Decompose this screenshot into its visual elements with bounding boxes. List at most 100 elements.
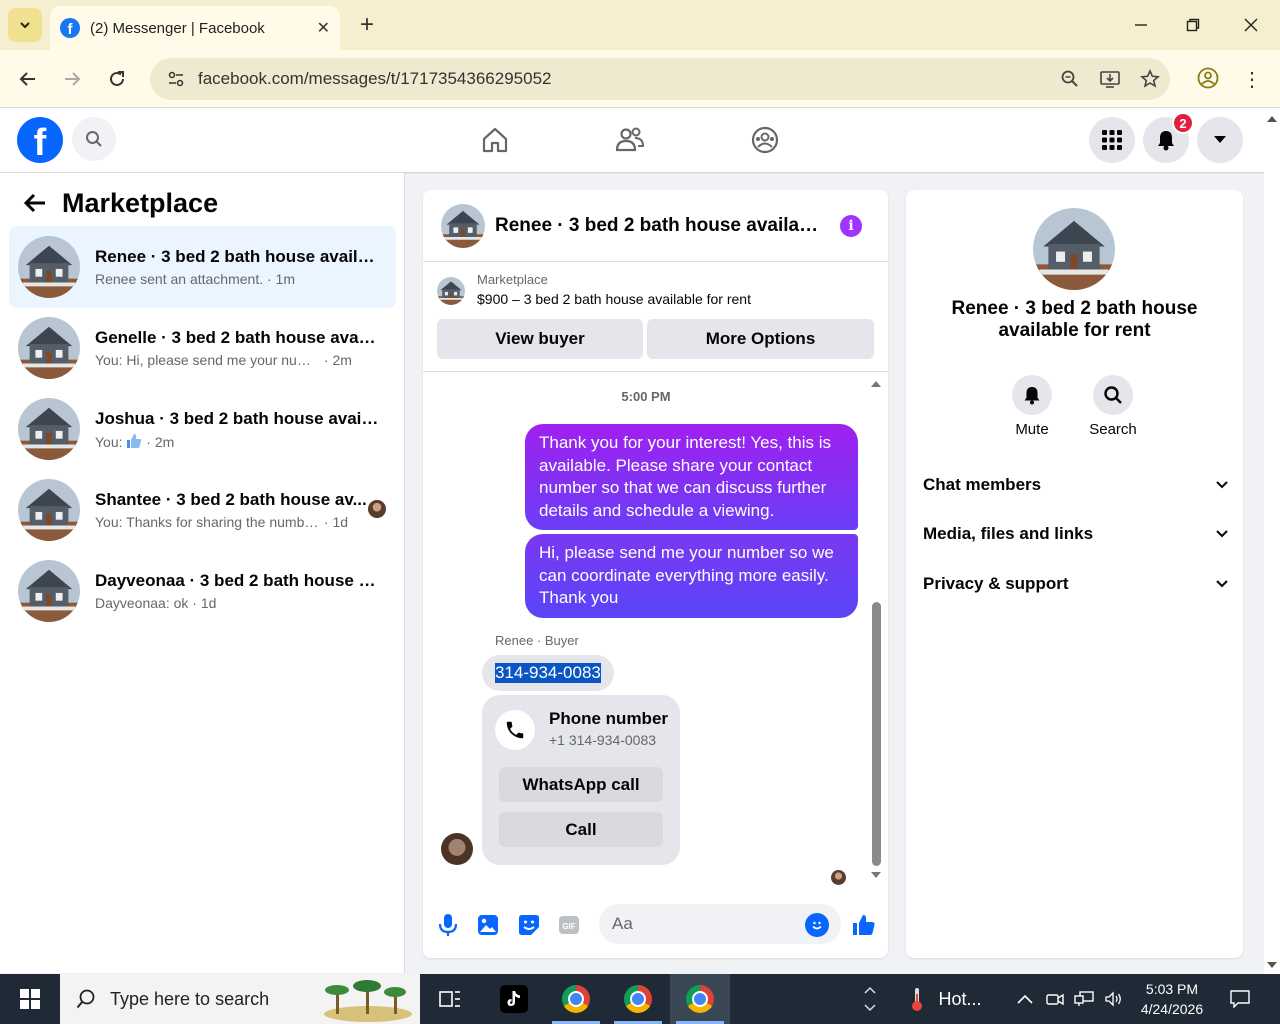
facebook-logo-icon[interactable]: f bbox=[17, 117, 63, 163]
chrome-app-2[interactable] bbox=[608, 974, 668, 1024]
sticker-icon[interactable] bbox=[516, 912, 542, 938]
forward-button[interactable] bbox=[57, 64, 87, 94]
bookmark-star-icon[interactable] bbox=[1130, 58, 1170, 100]
profile-icon[interactable] bbox=[1194, 64, 1222, 92]
friends-icon bbox=[615, 127, 645, 152]
new-tab-button[interactable]: + bbox=[352, 10, 382, 40]
thumbs-up-send-icon[interactable] bbox=[851, 912, 877, 938]
taskbar-search[interactable]: Type here to search bbox=[60, 974, 420, 1024]
facebook-search-button[interactable] bbox=[72, 117, 116, 161]
section-label: Chat members bbox=[923, 475, 1042, 494]
info-icon[interactable]: i bbox=[840, 215, 862, 237]
conversation-item[interactable]: Dayveonaa · 3 bed 2 bath house a... Dayv… bbox=[9, 550, 396, 632]
conversation-snippet: Renee sent an attachment. bbox=[95, 271, 264, 287]
taskbar-scroll[interactable] bbox=[856, 974, 884, 1024]
chat-scrollbar[interactable] bbox=[869, 378, 883, 883]
search-highlight-art bbox=[324, 980, 412, 1022]
tray-overflow[interactable] bbox=[1012, 974, 1038, 1024]
back-arrow-button[interactable] bbox=[20, 188, 50, 218]
site-info-icon[interactable] bbox=[164, 67, 188, 91]
media-files-links-section[interactable]: Media, files and links bbox=[923, 514, 1228, 554]
scroll-up-arrow-icon[interactable] bbox=[1264, 112, 1280, 126]
close-window-button[interactable] bbox=[1236, 12, 1266, 38]
scroll-up-arrow-icon[interactable] bbox=[869, 378, 883, 390]
arrow-left-icon bbox=[23, 193, 45, 213]
phone-icon bbox=[495, 710, 535, 750]
tiktok-app[interactable] bbox=[484, 974, 544, 1024]
browser-tab[interactable]: f (2) Messenger | Facebook ✕ bbox=[50, 6, 340, 50]
network-icon[interactable] bbox=[1070, 974, 1098, 1024]
privacy-support-section[interactable]: Privacy & support bbox=[923, 564, 1228, 604]
chevron-up-icon bbox=[864, 986, 876, 994]
reload-button[interactable] bbox=[102, 64, 132, 94]
photo-icon[interactable] bbox=[475, 912, 501, 938]
phone-number-text[interactable]: 314-934-0083 bbox=[495, 663, 601, 683]
restore-button[interactable] bbox=[1178, 12, 1208, 38]
house-avatar bbox=[18, 317, 80, 379]
notification-center-icon[interactable] bbox=[1226, 974, 1254, 1024]
weather-widget[interactable]: Hot... bbox=[896, 974, 996, 1024]
sender-label: Renee · Buyer bbox=[495, 633, 579, 648]
conversation-time: · 1d bbox=[188, 595, 217, 611]
task-view-button[interactable] bbox=[420, 974, 480, 1024]
menu-grid-button[interactable] bbox=[1089, 117, 1135, 163]
conversation-time: · 1d bbox=[320, 514, 349, 530]
meet-now-icon[interactable] bbox=[1042, 974, 1068, 1024]
emoji-icon[interactable] bbox=[805, 913, 829, 937]
friends-nav[interactable] bbox=[600, 122, 660, 158]
chevron-down-icon bbox=[1216, 580, 1228, 588]
call-button[interactable]: Call bbox=[499, 812, 663, 847]
install-app-icon[interactable] bbox=[1090, 58, 1130, 100]
bell-icon bbox=[1158, 131, 1174, 151]
start-button[interactable] bbox=[0, 974, 60, 1024]
account-menu-button[interactable] bbox=[1197, 117, 1243, 163]
home-icon bbox=[482, 127, 508, 153]
chevron-down-icon bbox=[864, 1004, 876, 1012]
grid-icon bbox=[1102, 130, 1122, 150]
outgoing-message[interactable]: Hi, please send me your number so we can… bbox=[525, 534, 858, 618]
marketplace-label: Marketplace bbox=[477, 272, 548, 287]
chat-title[interactable]: Renee · 3 bed 2 bath house availabl... bbox=[495, 215, 825, 237]
chrome-app-3[interactable] bbox=[670, 974, 730, 1024]
address-bar[interactable]: facebook.com/messages/t/1717354366295052 bbox=[150, 58, 1170, 100]
conversation-info-panel: Renee · 3 bed 2 bath house available for… bbox=[906, 190, 1243, 958]
house-avatar[interactable] bbox=[441, 203, 485, 248]
minimize-button[interactable] bbox=[1126, 12, 1156, 38]
page-scrollbar[interactable] bbox=[1264, 108, 1280, 974]
seen-avatar bbox=[368, 500, 386, 518]
outgoing-message[interactable]: Thank you for your interest! Yes, this i… bbox=[525, 424, 858, 530]
more-options-button[interactable]: More Options bbox=[647, 319, 874, 359]
gif-icon[interactable]: GIF bbox=[556, 912, 582, 938]
search-icon bbox=[76, 989, 95, 1009]
buyer-avatar[interactable] bbox=[441, 833, 473, 865]
home-nav[interactable] bbox=[465, 122, 525, 158]
house-avatar bbox=[18, 479, 80, 541]
message-input-placeholder: Aa bbox=[612, 914, 633, 933]
groups-nav[interactable] bbox=[735, 122, 795, 158]
marketplace-listing[interactable]: Marketplace $900 – 3 bed 2 bath house av… bbox=[437, 272, 877, 312]
scroll-down-arrow-icon[interactable] bbox=[869, 871, 883, 883]
message-input[interactable]: Aa bbox=[599, 904, 841, 944]
incoming-message[interactable]: 314-934-0083 bbox=[482, 655, 614, 691]
whatsapp-call-button[interactable]: WhatsApp call bbox=[499, 767, 663, 802]
system-clock[interactable]: 5:03 PM 4/24/2026 bbox=[1122, 979, 1222, 1019]
tab-close-icon[interactable]: ✕ bbox=[317, 18, 330, 38]
microphone-icon[interactable] bbox=[435, 912, 461, 938]
scroll-thumb[interactable] bbox=[872, 602, 881, 866]
zoom-icon[interactable] bbox=[1050, 58, 1090, 100]
scroll-down-arrow-icon[interactable] bbox=[1264, 958, 1280, 972]
conversation-item[interactable]: Joshua · 3 bed 2 bath house availa... Yo… bbox=[9, 388, 396, 470]
url-text[interactable]: facebook.com/messages/t/1717354366295052 bbox=[198, 69, 1050, 89]
conversation-item[interactable]: Renee · 3 bed 2 bath house availa... Ren… bbox=[9, 226, 396, 308]
chrome-app-1[interactable] bbox=[546, 974, 606, 1024]
mute-button[interactable]: Mute bbox=[997, 375, 1067, 438]
back-button[interactable] bbox=[13, 64, 43, 94]
browser-menu-icon[interactable]: ⋮ bbox=[1240, 64, 1264, 94]
conversation-item[interactable]: Genelle · 3 bed 2 bath house avail... Yo… bbox=[9, 307, 396, 389]
conversation-item[interactable]: Shantee · 3 bed 2 bath house av... You: … bbox=[9, 469, 396, 551]
search-conversation-button[interactable]: Search bbox=[1078, 375, 1148, 438]
tab-search-dropdown[interactable] bbox=[8, 8, 42, 42]
chat-members-section[interactable]: Chat members bbox=[923, 465, 1228, 505]
view-buyer-button[interactable]: View buyer bbox=[437, 319, 643, 359]
chevron-down-icon bbox=[1216, 481, 1228, 489]
